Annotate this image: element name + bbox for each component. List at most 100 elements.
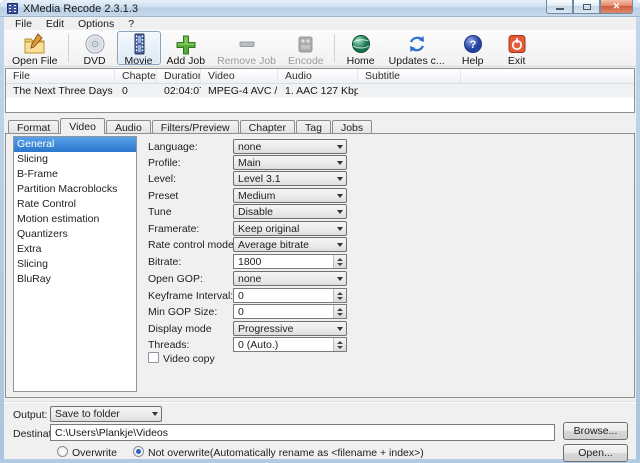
spinner-buttons[interactable]	[333, 305, 346, 318]
profile-select[interactable]: Main	[233, 155, 347, 170]
spin-down-icon	[337, 313, 343, 316]
table-row[interactable]: The Next Three Days (2010) MV4 NL ... 0 …	[6, 84, 634, 98]
title-bar[interactable]: XMedia Recode 2.3.1.3 ✕	[0, 0, 640, 17]
maximize-button[interactable]	[573, 0, 600, 14]
home-button[interactable]: Home	[339, 31, 383, 65]
sidebar-item-bluray[interactable]: BluRay	[14, 272, 136, 287]
chevron-down-icon	[333, 272, 346, 285]
column-header-subtitle[interactable]: Subtitle	[358, 69, 461, 83]
sidebar-item-b-frame[interactable]: B-Frame	[14, 167, 136, 182]
exit-button[interactable]: Exit	[495, 31, 539, 65]
keyframe-interval-stepper[interactable]: 0	[233, 288, 347, 303]
tab-audio[interactable]: Audio	[106, 120, 151, 133]
sidebar-item-slicing-2[interactable]: Slicing	[14, 257, 136, 272]
spinner-buttons[interactable]	[333, 255, 346, 268]
open-file-icon	[23, 33, 47, 55]
open-gop-select[interactable]: none	[233, 271, 347, 286]
menu-edit[interactable]: Edit	[39, 18, 71, 30]
add-job-icon	[174, 33, 198, 55]
spinner-buttons[interactable]	[333, 289, 346, 302]
sidebar-item-slicing[interactable]: Slicing	[14, 152, 136, 167]
exit-power-icon	[505, 33, 529, 55]
cell-audio: 1. AAC 127 Kbps 48000 H...	[278, 84, 358, 97]
min-gop-size-stepper[interactable]: 0	[233, 304, 347, 319]
menu-bar: File Edit Options ?	[4, 17, 636, 30]
not-overwrite-radio[interactable]	[133, 446, 144, 457]
open-button[interactable]: Open...	[563, 444, 628, 462]
bitrate-label: Bitrate:	[148, 256, 181, 268]
file-list-header: File Chapters Duration Video Audio Subti…	[6, 69, 634, 84]
destination-field[interactable]	[50, 424, 555, 441]
dvd-button[interactable]: DVD	[73, 31, 117, 65]
not-overwrite-label: Not overwrite(Automatically rename as <f…	[148, 447, 424, 459]
sidebar-item-motion-estimation[interactable]: Motion estimation	[14, 212, 136, 227]
sidebar-item-partition-macroblocks[interactable]: Partition Macroblocks	[14, 182, 136, 197]
output-select[interactable]: Save to folder	[50, 406, 162, 422]
job-file-list: File Chapters Duration Video Audio Subti…	[5, 68, 635, 113]
chevron-down-icon	[148, 407, 161, 421]
column-header-filler	[461, 69, 634, 83]
chevron-down-icon	[333, 189, 346, 202]
spin-down-icon	[337, 297, 343, 300]
sidebar-item-quantizers[interactable]: Quantizers	[14, 227, 136, 242]
spin-down-icon	[337, 263, 343, 266]
spin-up-icon	[337, 258, 343, 261]
home-icon	[349, 33, 373, 55]
sidebar-item-extra[interactable]: Extra	[14, 242, 136, 257]
encode-button: Encode	[282, 31, 330, 65]
tab-tag[interactable]: Tag	[296, 120, 331, 133]
movie-icon	[127, 33, 151, 55]
language-label: Language:	[148, 141, 198, 153]
movie-button[interactable]: Movie	[117, 31, 161, 65]
tab-jobs[interactable]: Jobs	[332, 120, 372, 133]
chevron-down-icon	[333, 156, 346, 169]
threads-stepper[interactable]: 0 (Auto.)	[233, 337, 347, 352]
preset-select[interactable]: Medium	[233, 188, 347, 203]
overwrite-radio[interactable]	[57, 446, 68, 457]
tab-filters-preview[interactable]: Filters/Preview	[152, 120, 239, 133]
maximize-icon	[583, 4, 591, 10]
app-window: XMedia Recode 2.3.1.3 ✕ File Edit Option…	[0, 0, 640, 463]
column-header-audio[interactable]: Audio	[278, 69, 358, 83]
browse-button[interactable]: Browse...	[563, 422, 628, 440]
window-frame-bottom	[0, 459, 640, 463]
tab-video[interactable]: Video	[60, 118, 105, 134]
minimize-button[interactable]	[546, 0, 573, 14]
help-button[interactable]: ? Help	[451, 31, 495, 65]
spin-up-icon	[337, 308, 343, 311]
menu-file[interactable]: File	[8, 18, 39, 30]
tab-format[interactable]: Format	[8, 120, 59, 133]
level-select[interactable]: Level 3.1	[233, 171, 347, 186]
framerate-select[interactable]: Keep original	[233, 221, 347, 236]
menu-help[interactable]: ?	[121, 18, 141, 30]
toolbar-separator	[68, 34, 69, 62]
rate-control-mode-select[interactable]: Average bitrate	[233, 237, 347, 252]
updates-button[interactable]: Updates c...	[383, 31, 451, 65]
bitrate-stepper[interactable]: 1800	[233, 254, 347, 269]
menu-options[interactable]: Options	[71, 18, 121, 30]
dvd-icon	[83, 33, 107, 55]
column-header-video[interactable]: Video	[201, 69, 278, 83]
sidebar-item-rate-control[interactable]: Rate Control	[14, 197, 136, 212]
chevron-down-icon	[333, 172, 346, 185]
sidebar-item-general[interactable]: General	[14, 137, 136, 152]
video-copy-checkbox[interactable]	[148, 352, 159, 363]
divider	[4, 401, 636, 403]
tune-select[interactable]: Disable	[233, 204, 347, 219]
display-mode-select[interactable]: Progressive	[233, 321, 347, 336]
tab-chapter[interactable]: Chapter	[240, 120, 295, 133]
close-button[interactable]: ✕	[600, 0, 633, 14]
chevron-down-icon	[333, 322, 346, 335]
open-file-button[interactable]: Open File	[6, 31, 64, 65]
spinner-buttons[interactable]	[333, 338, 346, 351]
cell-duration: 02:04:07	[157, 84, 201, 97]
column-header-chapters[interactable]: Chapters	[115, 69, 157, 83]
language-select[interactable]: none	[233, 139, 347, 154]
cell-chapters: 0	[115, 84, 157, 97]
close-icon: ✕	[613, 2, 621, 11]
spin-up-icon	[337, 341, 343, 344]
column-header-file[interactable]: File	[6, 69, 115, 83]
column-header-duration[interactable]: Duration	[157, 69, 201, 83]
encode-icon	[294, 33, 318, 55]
add-job-button[interactable]: Add Job	[161, 31, 212, 65]
